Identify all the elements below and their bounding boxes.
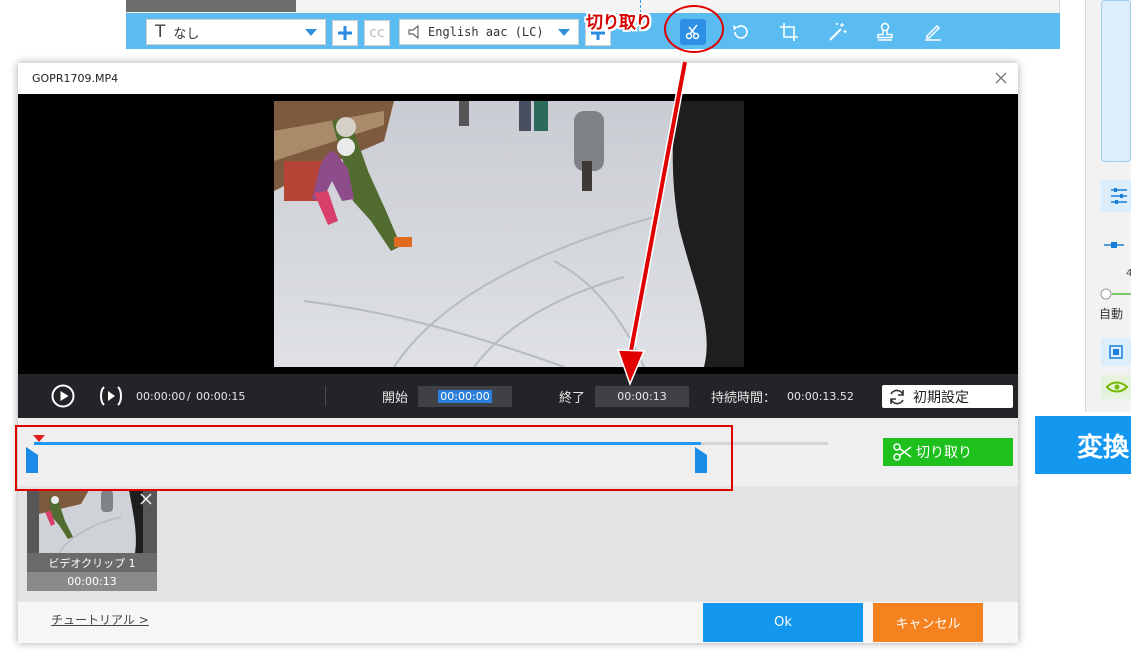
- clip-duration: 00:00:13: [27, 572, 157, 591]
- reset-label: 初期設定: [913, 389, 969, 406]
- total-time: 00:00:15: [196, 390, 246, 403]
- play-icon: [51, 384, 75, 408]
- speaker-icon: [408, 25, 419, 39]
- subtitle-settings-button[interactable]: cc: [364, 20, 390, 46]
- rotate-tool-button[interactable]: [728, 19, 754, 45]
- remove-clip-button[interactable]: [139, 492, 153, 506]
- duration-label: 持続時間：: [711, 391, 777, 406]
- cancel-label: キャンセル: [895, 617, 961, 632]
- clip-name: ビデオクリップ 1: [27, 553, 157, 572]
- annotation-arrow: [610, 60, 690, 386]
- rotate-icon: [733, 25, 748, 39]
- ok-label: Ok: [774, 615, 792, 630]
- dialog-title: GOPR1709.MP4: [32, 72, 119, 85]
- audio-track-value: English aac (LC): [428, 25, 544, 39]
- close-icon: [140, 493, 152, 505]
- hardware-accel-chip-button[interactable]: [1101, 338, 1131, 366]
- frame-step-button[interactable]: [98, 385, 124, 407]
- tutorial-link[interactable]: チュートリアル >: [51, 611, 149, 628]
- cut-button[interactable]: 切り取り: [883, 438, 1013, 466]
- annotation-label: 切り取り: [586, 13, 653, 33]
- clip-list: ビデオクリップ 1 00:00:13: [18, 486, 1018, 602]
- stamp-icon: [877, 22, 893, 41]
- cancel-button[interactable]: キャンセル: [873, 603, 983, 642]
- pencil-icon: [925, 24, 941, 41]
- start-time-value: 00:00:00: [438, 390, 492, 403]
- crop-tool-button[interactable]: [776, 19, 802, 45]
- chevron-down-icon: [305, 28, 317, 36]
- clip-item[interactable]: ビデオクリップ 1 00:00:13: [27, 490, 157, 591]
- annotation-highlight-rectangle: [15, 425, 733, 491]
- subtitle-select[interactable]: T なし: [146, 19, 326, 45]
- annotation-highlight-ellipse: [664, 5, 724, 53]
- refresh-icon: [890, 389, 904, 404]
- current-time: 00:00:00: [136, 390, 186, 403]
- chip-icon: [1109, 345, 1123, 359]
- slider-track-icon: [1104, 242, 1124, 248]
- close-icon: [995, 72, 1007, 84]
- parameter-settings-button[interactable]: [1101, 180, 1131, 212]
- auto-label: 自動: [1099, 307, 1124, 321]
- add-subtitle-button[interactable]: [332, 20, 358, 46]
- toggle-icon: [1100, 288, 1131, 300]
- background-video-thumbnail: [126, 0, 296, 12]
- start-time-input[interactable]: 00:00:00: [418, 386, 512, 407]
- time-separator: /: [187, 390, 191, 403]
- end-time-value: 00:00:13: [617, 390, 667, 403]
- video-preview-area: [18, 94, 1018, 374]
- effects-tool-button[interactable]: [824, 19, 850, 45]
- subtitle-select-value: なし: [173, 26, 200, 42]
- play-button[interactable]: [51, 384, 75, 408]
- sliders-icon: [1111, 188, 1127, 204]
- convert-button[interactable]: 変換: [1035, 416, 1131, 474]
- cut-button-label: 切り取り: [916, 445, 972, 461]
- clip-thumbnail: [39, 490, 143, 553]
- chevron-down-icon: [558, 28, 570, 36]
- clip-thumbnail-image: [39, 490, 143, 553]
- format-preview-box[interactable]: [1101, 0, 1131, 162]
- start-label: 開始: [382, 391, 409, 406]
- reset-button[interactable]: 初期設定: [882, 385, 1013, 408]
- watermark-tool-button[interactable]: [872, 19, 898, 45]
- end-label: 終了: [559, 391, 586, 406]
- controls-divider: [325, 386, 326, 406]
- end-time-input[interactable]: 00:00:13: [595, 386, 689, 407]
- crop-icon: [780, 23, 798, 41]
- dialog-close-button[interactable]: [992, 69, 1010, 87]
- quality-value: 4: [1126, 268, 1131, 279]
- trim-dialog: GOPR1709.MP4 00:00:00 / 00:00:15 開始 00:0…: [18, 63, 1018, 643]
- edit-tool-button[interactable]: [920, 19, 946, 45]
- magic-wand-icon: [829, 23, 847, 41]
- convert-label: 変換: [1077, 432, 1130, 463]
- nvidia-logo-icon: [1105, 381, 1129, 393]
- frame-step-icon: [100, 386, 122, 406]
- plus-icon: [338, 26, 352, 40]
- cc-gear-icon: cc: [369, 25, 385, 41]
- dialog-footer: チュートリアル > Ok キャンセル: [18, 602, 1018, 643]
- arrow-icon: [616, 61, 689, 386]
- quality-slider[interactable]: [1104, 241, 1124, 249]
- playback-controls-bar: 00:00:00 / 00:00:15 開始 00:00:00 終了 00:00…: [18, 374, 1018, 418]
- text-icon: T: [155, 22, 166, 42]
- audio-track-select[interactable]: English aac (LC): [399, 19, 579, 45]
- nvidia-accel-button[interactable]: [1101, 375, 1131, 399]
- ok-button[interactable]: Ok: [703, 603, 863, 642]
- duration-value: 00:00:13.52: [787, 390, 854, 403]
- scissors-icon: [893, 443, 912, 461]
- auto-toggle[interactable]: [1099, 288, 1131, 300]
